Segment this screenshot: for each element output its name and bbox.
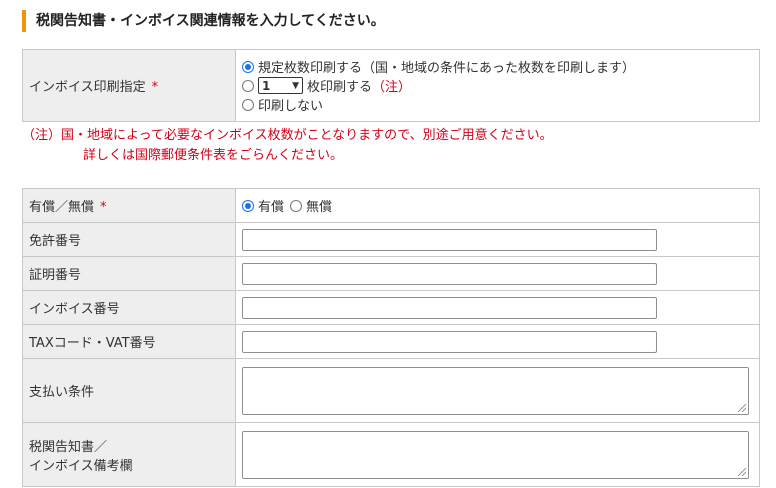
remarks-label-line-1: 税関告知書／ — [29, 439, 108, 455]
print-count-select[interactable]: 1 ▼ — [258, 77, 303, 94]
paid-label: 有償／無償 — [29, 200, 95, 215]
invoice-print-option-none[interactable]: 印刷しない — [242, 95, 753, 114]
invoice-print-table: インボイス印刷指定 * 規定枚数印刷する（国・地域の条件にあった枚数を印刷します）… — [22, 49, 760, 122]
radio-free[interactable] — [290, 199, 303, 212]
invoice-note: （注）国・地域によって必要なインボイス枚数がことなりますので、別途ご用意ください… — [22, 126, 553, 166]
invoice-print-options: 規定枚数印刷する（国・地域の条件にあった枚数を印刷します） 1 ▼ 枚印刷する … — [235, 49, 760, 122]
remarks-label-line-2: インボイス備考欄 — [29, 458, 133, 474]
resize-grip-icon[interactable] — [738, 467, 746, 476]
tax-code-input[interactable] — [242, 330, 657, 353]
option-count-label: 枚印刷する — [307, 80, 373, 95]
radio-print-default[interactable] — [242, 60, 254, 73]
license-label: 免許番号 — [22, 222, 236, 257]
license-number-input[interactable] — [242, 228, 657, 251]
note-line-2: 詳しくは国際郵便条件表をごらんください。 — [83, 148, 344, 163]
remarks-label-cell: 税関告知書／ インボイス備考欄 — [22, 422, 236, 487]
required-mark: * — [151, 80, 159, 95]
print-count-value: 1 — [262, 78, 271, 93]
paid-options: 有償 無償 — [235, 188, 760, 223]
section-title: 税関告知書・インボイス関連情報を入力してください。 — [22, 10, 385, 32]
cert-number-input[interactable] — [242, 262, 657, 285]
payment-terms-label: 支払い条件 — [22, 358, 236, 423]
invoice-print-option-count[interactable]: 1 ▼ 枚印刷する （注） — [242, 76, 753, 95]
required-mark: * — [100, 200, 107, 215]
invoice-number-input[interactable] — [242, 296, 657, 319]
paid-option-label: 有償 — [258, 200, 285, 215]
remarks-textarea[interactable] — [242, 430, 749, 479]
option-default-label: 規定枚数印刷する（国・地域の条件にあった枚数を印刷します） — [258, 61, 636, 76]
invoice-print-option-default[interactable]: 規定枚数印刷する（国・地域の条件にあった枚数を印刷します） — [242, 57, 753, 76]
free-option-label: 無償 — [306, 200, 333, 215]
option-none-label: 印刷しない — [258, 99, 324, 114]
invoice-number-label: インボイス番号 — [22, 290, 236, 325]
paid-label-cell: 有償／無償 * — [22, 188, 236, 223]
radio-print-count[interactable] — [242, 79, 254, 92]
customs-info-table: 有償／無償 * 有償 無償 免許番号 証明番号 インボイス番号 TAXコード・VA… — [22, 188, 760, 487]
resize-grip-icon[interactable] — [738, 403, 746, 412]
cert-label: 証明番号 — [22, 256, 236, 291]
option-count-note: （注） — [372, 80, 412, 95]
invoice-print-label: インボイス印刷指定 — [29, 80, 146, 95]
chevron-down-icon: ▼ — [292, 80, 299, 91]
invoice-print-label-cell: インボイス印刷指定 * — [22, 49, 236, 122]
note-line-1: （注）国・地域によって必要なインボイス枚数がことなりますので、別途ご用意ください… — [22, 128, 553, 143]
payment-terms-textarea[interactable] — [242, 366, 749, 415]
tax-code-label: TAXコード・VAT番号 — [22, 324, 236, 359]
radio-print-none[interactable] — [242, 98, 254, 111]
radio-paid[interactable] — [242, 199, 254, 212]
